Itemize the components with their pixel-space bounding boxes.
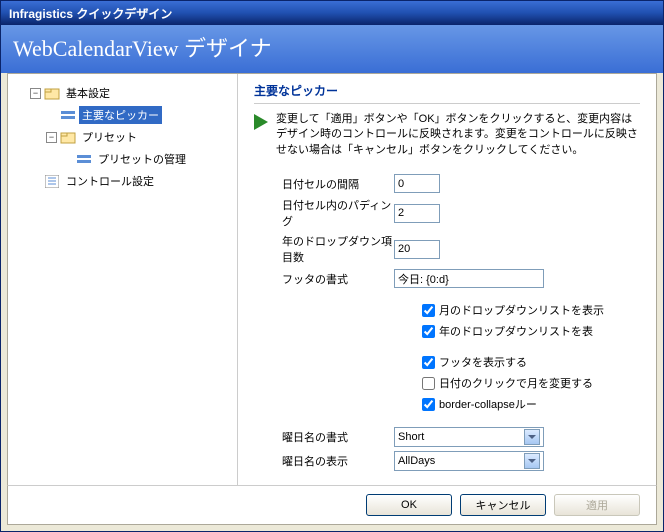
checkbox-border-collapse[interactable] (422, 398, 435, 411)
input-year-dropdown[interactable] (394, 240, 440, 259)
folder-icon (60, 130, 76, 144)
tree-toggle-icon[interactable]: − (30, 88, 41, 99)
label-cell-padding: 日付セル内のパディング (254, 197, 394, 229)
tree-node-preset[interactable]: − プリセット (46, 126, 231, 148)
label-footer-format: フッタの書式 (254, 271, 394, 287)
settings-panel: 主要なピッカー 変更して「適用」ボタンや「OK」ボタンをクリックすると、変更内容… (238, 74, 656, 485)
check-row-border-collapse: border-collapseルー (254, 396, 640, 412)
nav-tree: − 基本設定 主要なピッカー − プリセット プリセットの管理 (8, 74, 238, 485)
row-footer-format: フッタの書式 (254, 269, 640, 288)
tree-toggle-icon[interactable]: − (46, 132, 57, 143)
ok-button[interactable]: OK (366, 494, 452, 516)
panel-title: 主要なピッカー (254, 82, 640, 104)
label-cell-spacing: 日付セルの間隔 (254, 176, 394, 192)
select-dayname-format[interactable]: Short (394, 427, 544, 447)
checkbox-label: 年のドロップダウンリストを表 (439, 323, 593, 339)
label-year-dropdown: 年のドロップダウン項目数 (254, 233, 394, 265)
checkbox-label: 月のドロップダウンリストを表示 (439, 302, 604, 318)
dialog-window: Infragistics クイックデザイン WebCalendarView デザ… (0, 0, 664, 532)
item-icon (76, 152, 92, 166)
body: − 基本設定 主要なピッカー − プリセット プリセットの管理 (7, 73, 657, 486)
checkbox-show-footer[interactable] (422, 356, 435, 369)
select-value: AllDays (398, 455, 435, 467)
select-dayname-display[interactable]: AllDays (394, 451, 544, 471)
tree-node-picker[interactable]: 主要なピッカー (46, 104, 231, 126)
window-title: Infragistics クイックデザイン (9, 5, 172, 22)
input-footer-format[interactable] (394, 269, 544, 288)
row-cell-padding: 日付セル内のパディング (254, 197, 640, 229)
select-value: Short (398, 431, 424, 443)
tree-node-control[interactable]: コントロール設定 (30, 170, 231, 192)
checkbox-show-year-drop[interactable] (422, 325, 435, 338)
cancel-button[interactable]: キャンセル (460, 494, 546, 516)
checkbox-show-month-drop[interactable] (422, 304, 435, 317)
tree-label-preset[interactable]: プリセット (79, 128, 140, 146)
row-dayname-display: 曜日名の表示 AllDays (254, 451, 640, 471)
description-text: 変更して「適用」ボタンや「OK」ボタンをクリックすると、変更内容はデザイン時のコ… (276, 112, 640, 158)
input-cell-padding[interactable] (394, 204, 440, 223)
folder-icon (44, 86, 60, 100)
tree-node-preset-mgmt[interactable]: プリセットの管理 (62, 148, 231, 170)
item-icon (60, 108, 76, 122)
label-dayname-display: 曜日名の表示 (254, 453, 394, 469)
row-year-dropdown: 年のドロップダウン項目数 (254, 233, 640, 265)
designer-header: WebCalendarView デザイナ (1, 25, 663, 73)
tree-label-control[interactable]: コントロール設定 (63, 172, 157, 190)
checkbox-label: フッタを表示する (439, 354, 527, 370)
header-title: WebCalendarView デザイナ (13, 36, 272, 61)
chevron-down-icon (524, 429, 540, 445)
check-row-month: 月のドロップダウンリストを表示 (254, 302, 640, 318)
tree-label-picker[interactable]: 主要なピッカー (79, 106, 162, 124)
list-icon (44, 174, 60, 188)
check-row-footer: フッタを表示する (254, 354, 640, 370)
row-cell-spacing: 日付セルの間隔 (254, 174, 640, 193)
apply-button[interactable]: 適用 (554, 494, 640, 516)
checkbox-label: 日付のクリックで月を変更する (439, 375, 593, 391)
tree-label-basic[interactable]: 基本設定 (63, 84, 113, 102)
chevron-down-icon (524, 453, 540, 469)
check-row-year: 年のドロップダウンリストを表 (254, 323, 640, 339)
tree-label-preset-mgmt[interactable]: プリセットの管理 (95, 150, 189, 168)
input-cell-spacing[interactable] (394, 174, 440, 193)
check-row-click-month: 日付のクリックで月を変更する (254, 375, 640, 391)
checkbox-click-change-month[interactable] (422, 377, 435, 390)
footer: OK キャンセル 適用 (7, 485, 657, 525)
play-icon (254, 114, 268, 130)
tree-node-basic[interactable]: − 基本設定 (30, 82, 231, 104)
titlebar: Infragistics クイックデザイン (1, 1, 663, 25)
description-row: 変更して「適用」ボタンや「OK」ボタンをクリックすると、変更内容はデザイン時のコ… (254, 112, 640, 158)
row-dayname-format: 曜日名の書式 Short (254, 427, 640, 447)
checkbox-label: border-collapseルー (439, 396, 537, 412)
label-dayname-format: 曜日名の書式 (254, 429, 394, 445)
